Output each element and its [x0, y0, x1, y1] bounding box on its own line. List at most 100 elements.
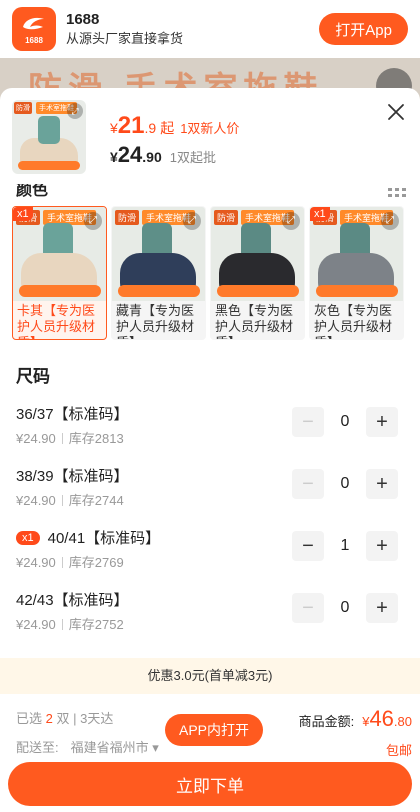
- color-swatch[interactable]: 防滑 手术室拖鞋 ⤢ 藏青【专为医护人员升级材质】: [111, 206, 206, 340]
- unit-price-currency: ¥: [110, 149, 118, 165]
- promo-price-suffix: 起: [160, 120, 175, 136]
- selected-count-badge: x1: [310, 207, 330, 221]
- decrease-button[interactable]: −: [292, 407, 324, 437]
- price-block: ¥ 21 .9 起 1双新人价 ¥ 24 .90 1双起批: [110, 100, 239, 184]
- min-order-note: 1双起批: [169, 150, 216, 165]
- zoom-icon[interactable]: ⤢: [84, 212, 102, 230]
- total-currency: ¥: [362, 714, 370, 729]
- increase-button[interactable]: +: [366, 469, 398, 499]
- size-stock: 库存2744: [68, 493, 124, 508]
- app-slogan: 从源头厂家直接拿货: [66, 31, 184, 46]
- color-swatch[interactable]: 防滑 手术室拖鞋 ⤢ 黑色【专为医护人员升级材质】: [210, 206, 305, 340]
- color-section-title: 颜色: [16, 184, 49, 199]
- swatch-label: 灰色【专为医护人员升级材质】: [314, 303, 393, 339]
- size-name: 38/39【标准码】: [16, 468, 129, 485]
- free-shipping-label: 包邮: [385, 743, 412, 758]
- swatch-tag-antislip: 防滑: [214, 210, 239, 225]
- size-name: 36/37【标准码】: [16, 406, 129, 423]
- quantity-stepper: − 0 +: [292, 469, 398, 499]
- color-swatch-list: x1 防滑 手术室拖鞋 ⤢ 卡其【专为医护人员升级材质】 防滑 手术室拖鞋 ⤢ …: [0, 206, 420, 340]
- increase-button[interactable]: +: [366, 593, 398, 623]
- selected-prefix: 已选: [16, 711, 43, 726]
- total-label: 商品金额:: [298, 714, 355, 729]
- discount-banner: 优惠3.0元(首单减3元): [0, 658, 420, 694]
- swatch-label: 卡其【专为医护人员升级材质】: [17, 303, 96, 339]
- ship-to-label: 配送至:: [16, 740, 59, 755]
- size-stock: 库存2752: [68, 617, 124, 632]
- quantity-value[interactable]: 0: [324, 599, 366, 617]
- swatch-image: 防滑 手术室拖鞋 ⤢: [310, 207, 403, 301]
- thumb-tag-antislip: 防滑: [14, 102, 32, 114]
- order-footer: 已选 2 双 | 3天达 配送至: 福建省福州市 ▾ APP内打开 商品金额: …: [0, 694, 420, 812]
- quantity-value[interactable]: 1: [324, 537, 366, 555]
- swatch-image: 防滑 手术室拖鞋 ⤢: [13, 207, 106, 301]
- size-row: x1 40/41【标准码】 ¥24.90 库存2769 − 1 +: [0, 517, 420, 579]
- promo-note: 1双新人价: [180, 121, 240, 136]
- increase-button[interactable]: +: [366, 531, 398, 561]
- total-decimal: .80: [393, 714, 412, 729]
- sku-selection-sheet: 防滑 手术室拖鞋 ⤢ ¥ 21 .9 起 1双新人价 ¥ 24 .90 1双起批: [0, 88, 420, 812]
- decrease-button[interactable]: −: [292, 531, 324, 561]
- size-row: 38/39【标准码】 ¥24.90 库存2744 − 0 +: [0, 455, 420, 517]
- size-section-title: 尺码: [16, 367, 50, 386]
- swatch-label: 藏青【专为医护人员升级材质】: [116, 303, 195, 339]
- color-swatch[interactable]: x1 防滑 手术室拖鞋 ⤢ 灰色【专为医护人员升级材质】: [309, 206, 404, 340]
- logo-mark-icon: [23, 17, 44, 30]
- swatch-tag-antislip: 防滑: [115, 210, 140, 225]
- selected-count-badge: x1: [13, 207, 33, 221]
- unit-price-integer: 24: [117, 142, 143, 167]
- promo-price-currency: ¥: [110, 120, 118, 136]
- swatch-label: 黑色【专为医护人员升级材质】: [215, 303, 294, 339]
- selected-suffix: 双 | 3天达: [56, 711, 114, 726]
- color-swatch[interactable]: x1 防滑 手术室拖鞋 ⤢ 卡其【专为医护人员升级材质】: [12, 206, 107, 340]
- quantity-stepper: − 1 +: [292, 531, 398, 561]
- selected-count-badge: x1: [16, 530, 40, 545]
- zoom-icon[interactable]: ⤢: [282, 212, 300, 230]
- size-stock: 库存2769: [68, 555, 124, 570]
- color-section-header: 颜色: [0, 184, 420, 206]
- swatch-image: 防滑 手术室拖鞋 ⤢: [211, 207, 304, 301]
- size-list: 36/37【标准码】 ¥24.90 库存2813 − 0 + 38/39【标准码】…: [0, 393, 420, 641]
- swatch-image: 防滑 手术室拖鞋 ⤢: [112, 207, 205, 301]
- app-logo: 1688: [12, 7, 56, 51]
- app-download-banner: 1688 1688 从源头厂家直接拿货 打开App: [0, 0, 420, 58]
- increase-button[interactable]: +: [366, 407, 398, 437]
- grid-view-icon[interactable]: [388, 188, 406, 198]
- size-price: ¥24.90: [16, 431, 56, 446]
- size-row: 42/43【标准码】 ¥24.90 库存2752 − 0 +: [0, 579, 420, 641]
- swatch-sole-graphic: [19, 285, 101, 297]
- size-name: 42/43【标准码】: [16, 592, 129, 609]
- swatch-sole-graphic: [118, 285, 200, 297]
- size-stock: 库存2813: [68, 431, 124, 446]
- zoom-icon[interactable]: ⤢: [67, 103, 83, 119]
- open-in-app-button[interactable]: APP内打开: [165, 714, 264, 746]
- quantity-stepper: − 0 +: [292, 407, 398, 437]
- zoom-icon[interactable]: ⤢: [381, 212, 399, 230]
- sheet-header: 防滑 手术室拖鞋 ⤢ ¥ 21 .9 起 1双新人价 ¥ 24 .90 1双起批: [0, 88, 420, 184]
- size-row: 36/37【标准码】 ¥24.90 库存2813 − 0 +: [0, 393, 420, 455]
- product-thumbnail[interactable]: 防滑 手术室拖鞋 ⤢: [12, 100, 86, 174]
- promo-price: ¥ 21 .9 起 1双新人价: [110, 112, 239, 140]
- selected-count: 2: [45, 711, 53, 726]
- zoom-icon[interactable]: ⤢: [183, 212, 201, 230]
- decrease-button[interactable]: −: [292, 593, 324, 623]
- promo-price-decimal: .9: [144, 120, 157, 136]
- decrease-button[interactable]: −: [292, 469, 324, 499]
- unit-price-decimal: .90: [142, 149, 162, 165]
- quantity-value[interactable]: 0: [324, 475, 366, 493]
- total-integer: 46: [369, 706, 394, 731]
- order-now-button[interactable]: 立即下单: [8, 762, 412, 806]
- size-price: ¥24.90: [16, 617, 56, 632]
- open-app-button[interactable]: 打开App: [319, 13, 408, 45]
- size-name: 40/41【标准码】: [47, 530, 161, 547]
- close-icon[interactable]: [386, 102, 406, 122]
- swatch-sole-graphic: [316, 285, 398, 297]
- app-name: 1688: [66, 11, 100, 28]
- size-price: ¥24.90: [16, 493, 56, 508]
- total-block: 商品金额: ¥ 46 .80 包邮: [299, 706, 412, 759]
- promo-price-integer: 21: [117, 112, 145, 139]
- ship-to-selector[interactable]: 福建省福州市 ▾: [71, 737, 159, 756]
- size-price: ¥24.90: [16, 555, 56, 570]
- quantity-value[interactable]: 0: [324, 413, 366, 431]
- order-summary: 已选 2 双 | 3天达 配送至: 福建省福州市 ▾: [16, 708, 159, 756]
